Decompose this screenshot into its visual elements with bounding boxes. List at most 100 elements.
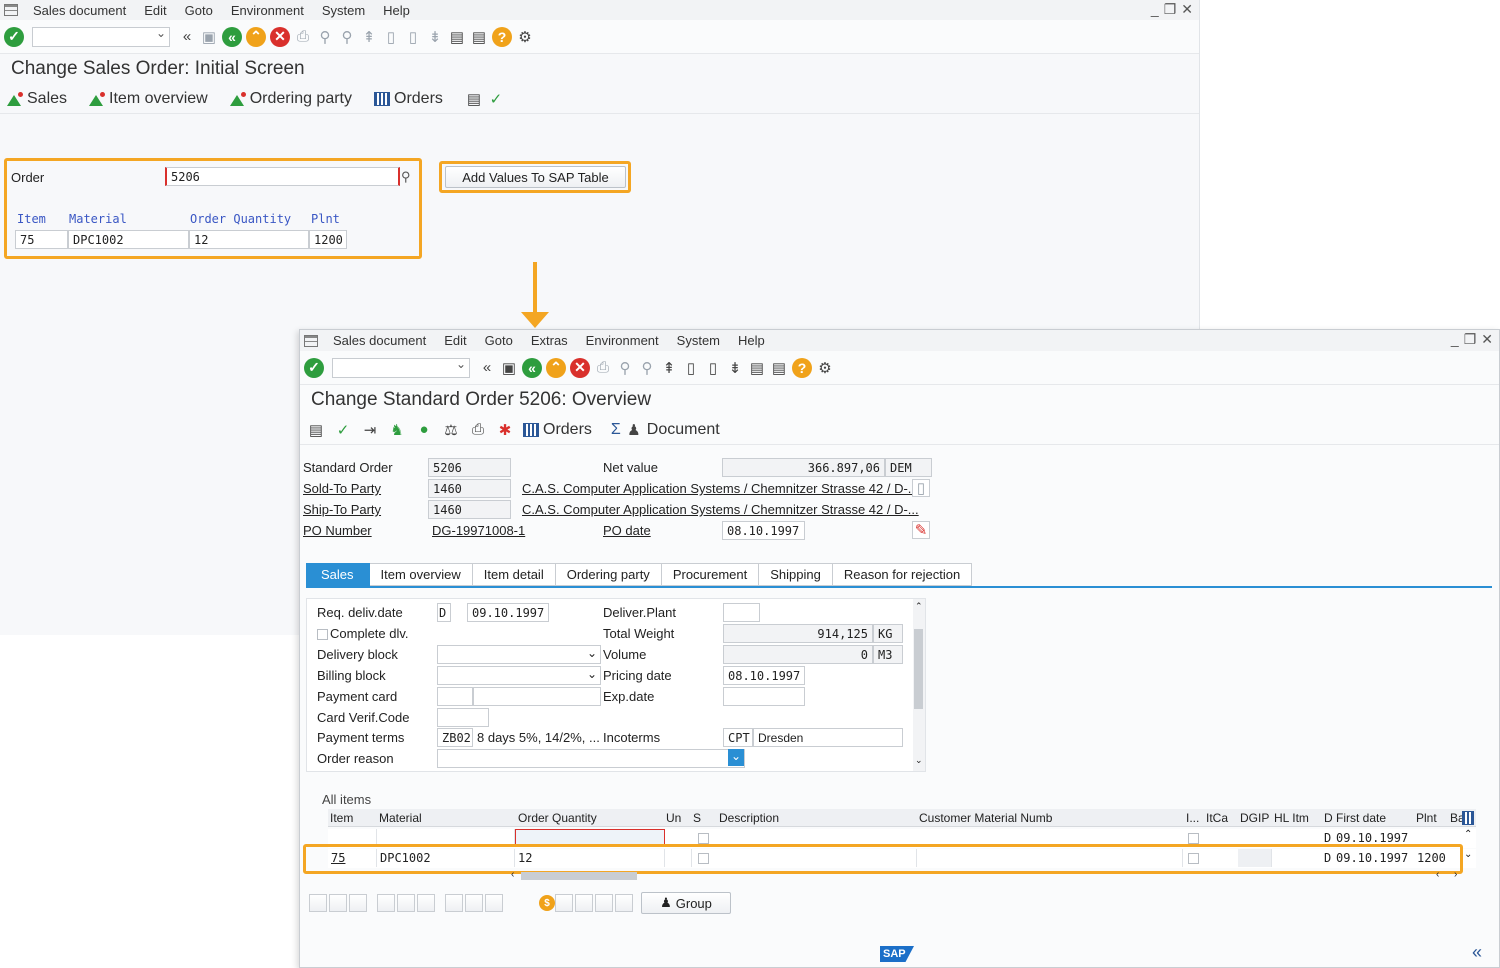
- error-log-icon[interactable]: ✱: [496, 421, 514, 439]
- tab-item-overview[interactable]: Item overview: [369, 563, 473, 586]
- prev-page-icon[interactable]: ▯: [382, 28, 400, 46]
- payment-terms-code[interactable]: ZB02: [437, 728, 473, 747]
- import-icon[interactable]: ⇥: [361, 421, 379, 439]
- collapse-icon[interactable]: «: [1472, 942, 1482, 963]
- tab-procurement[interactable]: Procurement: [661, 563, 760, 586]
- settings-gear-icon[interactable]: ⚙: [816, 359, 834, 377]
- prev-page-icon[interactable]: ▯: [682, 359, 700, 377]
- scroll-down-icon[interactable]: ⌄: [1464, 849, 1472, 860]
- add-values-button[interactable]: Add Values To SAP Table: [445, 166, 626, 188]
- col-material[interactable]: Material: [379, 811, 422, 825]
- row-checkbox[interactable]: [1188, 833, 1199, 844]
- display-doc-icon[interactable]: ✎: [912, 521, 930, 539]
- menu-icon[interactable]: [304, 334, 318, 347]
- ship-to-field[interactable]: 1460: [428, 500, 511, 519]
- tab-ordering-party[interactable]: Ordering party: [555, 563, 662, 586]
- document-icon[interactable]: ▯: [912, 479, 930, 497]
- balance-icon[interactable]: ⚖: [442, 421, 460, 439]
- horizontal-scrollbar[interactable]: [521, 872, 637, 880]
- col-description[interactable]: Description: [719, 811, 779, 825]
- sold-to-field[interactable]: 1460: [428, 479, 511, 498]
- ordering-party-button[interactable]: Ordering party: [229, 90, 352, 108]
- help-icon[interactable]: ?: [492, 26, 512, 47]
- tab-sales[interactable]: Sales: [306, 563, 370, 586]
- item-input[interactable]: 75: [15, 230, 68, 249]
- menu-edit[interactable]: Edit: [435, 333, 475, 348]
- sort-icon[interactable]: [615, 894, 633, 912]
- close-icon[interactable]: ✕: [1481, 331, 1493, 348]
- conditions-icon[interactable]: [465, 894, 483, 912]
- complete-dlv-checkbox[interactable]: [317, 629, 328, 640]
- deselect-icon[interactable]: [417, 894, 435, 912]
- col-unit[interactable]: Un: [666, 811, 681, 825]
- col-plnt[interactable]: Plnt: [1416, 811, 1437, 825]
- item-overview-button[interactable]: Item overview: [89, 90, 208, 108]
- panel-scrollbar[interactable]: ⌃ ⌄: [913, 599, 925, 771]
- menu-goto[interactable]: Goto: [176, 3, 222, 18]
- sales-button[interactable]: Sales: [7, 90, 67, 108]
- po-date-label[interactable]: PO date: [603, 523, 651, 538]
- po-number-label[interactable]: PO Number: [303, 523, 372, 538]
- col-item[interactable]: Item: [330, 811, 353, 825]
- search-help-icon[interactable]: ⚲: [401, 169, 411, 185]
- save-icon[interactable]: ▣: [500, 359, 518, 377]
- col-d[interactable]: D: [1324, 811, 1333, 825]
- insert-row-icon[interactable]: [329, 894, 347, 912]
- chart-icon[interactable]: [485, 894, 503, 912]
- scroll-up-icon[interactable]: ⌃: [1464, 829, 1472, 840]
- delivery-block-select[interactable]: ⌄: [437, 645, 601, 664]
- row-checkbox[interactable]: [698, 833, 709, 844]
- document-button[interactable]: Σ ♟ Document: [611, 421, 720, 439]
- col-customer-material[interactable]: Customer Material Numb: [919, 811, 1052, 825]
- first-page-icon[interactable]: ⇞: [660, 359, 678, 377]
- menu-icon[interactable]: [4, 4, 18, 16]
- col-i[interactable]: I...: [1186, 811, 1199, 825]
- find-next-icon[interactable]: ⚲: [638, 359, 656, 377]
- item-details-icon[interactable]: [309, 894, 327, 912]
- tab-reason-for-rejection[interactable]: Reason for rejection: [832, 563, 973, 586]
- enter-icon[interactable]: ✓: [4, 26, 24, 47]
- last-page-icon[interactable]: ⇟: [426, 28, 444, 46]
- structure-icon[interactable]: [555, 894, 573, 912]
- partner-icon[interactable]: ♞: [388, 421, 406, 439]
- req-deliv-unit[interactable]: D: [437, 603, 451, 622]
- billing-block-select[interactable]: ⌄: [437, 666, 601, 685]
- sold-to-label[interactable]: Sold-To Party: [303, 481, 381, 496]
- plant-input[interactable]: 1200: [309, 230, 347, 249]
- deliver-plant-field[interactable]: [723, 603, 760, 622]
- payment-card-number-field[interactable]: [473, 687, 601, 706]
- restore-icon[interactable]: ❐: [1464, 331, 1477, 348]
- find-next-icon[interactable]: ⚲: [338, 28, 356, 46]
- pricing-date-field[interactable]: 08.10.1997: [723, 666, 805, 685]
- first-page-icon[interactable]: ⇞: [360, 28, 378, 46]
- exp-date-field[interactable]: [723, 687, 805, 706]
- incoterms-code[interactable]: CPT: [723, 728, 753, 747]
- back-icon[interactable]: «: [222, 26, 242, 47]
- settings-gear-icon[interactable]: ⚙: [516, 28, 534, 46]
- next-page-icon[interactable]: ▯: [404, 28, 422, 46]
- scroll-up-icon[interactable]: ⌃: [915, 601, 923, 612]
- find-icon[interactable]: ⚲: [316, 28, 334, 46]
- save-icon[interactable]: ▣: [200, 28, 218, 46]
- menu-help[interactable]: Help: [729, 333, 774, 348]
- group-button[interactable]: ♟ Group: [641, 892, 731, 914]
- tab-item-detail[interactable]: Item detail: [472, 563, 556, 586]
- card-verif-field[interactable]: [437, 708, 489, 727]
- print-icon[interactable]: ⎙: [594, 359, 612, 377]
- collapse-icon[interactable]: «: [478, 359, 496, 377]
- req-deliv-date-field[interactable]: 09.10.1997: [467, 603, 549, 622]
- order-input[interactable]: 5206: [165, 167, 400, 186]
- ship-to-label[interactable]: Ship-To Party: [303, 502, 381, 517]
- menu-sales-document[interactable]: Sales document: [324, 333, 435, 348]
- person-icon[interactable]: ●: [415, 421, 433, 439]
- po-number-value[interactable]: DG-19971008-1: [432, 523, 525, 538]
- scroll-left-icon[interactable]: ‹: [511, 869, 514, 880]
- menu-system[interactable]: System: [668, 333, 729, 348]
- menu-help[interactable]: Help: [374, 3, 419, 18]
- scroll-thumb[interactable]: [914, 629, 923, 709]
- orders-button[interactable]: Orders: [374, 90, 443, 108]
- po-date-field[interactable]: 08.10.1997: [722, 521, 805, 540]
- print-icon[interactable]: ⎙: [294, 28, 312, 46]
- help-icon[interactable]: ?: [792, 357, 812, 378]
- exit-icon[interactable]: ⌃: [546, 357, 566, 378]
